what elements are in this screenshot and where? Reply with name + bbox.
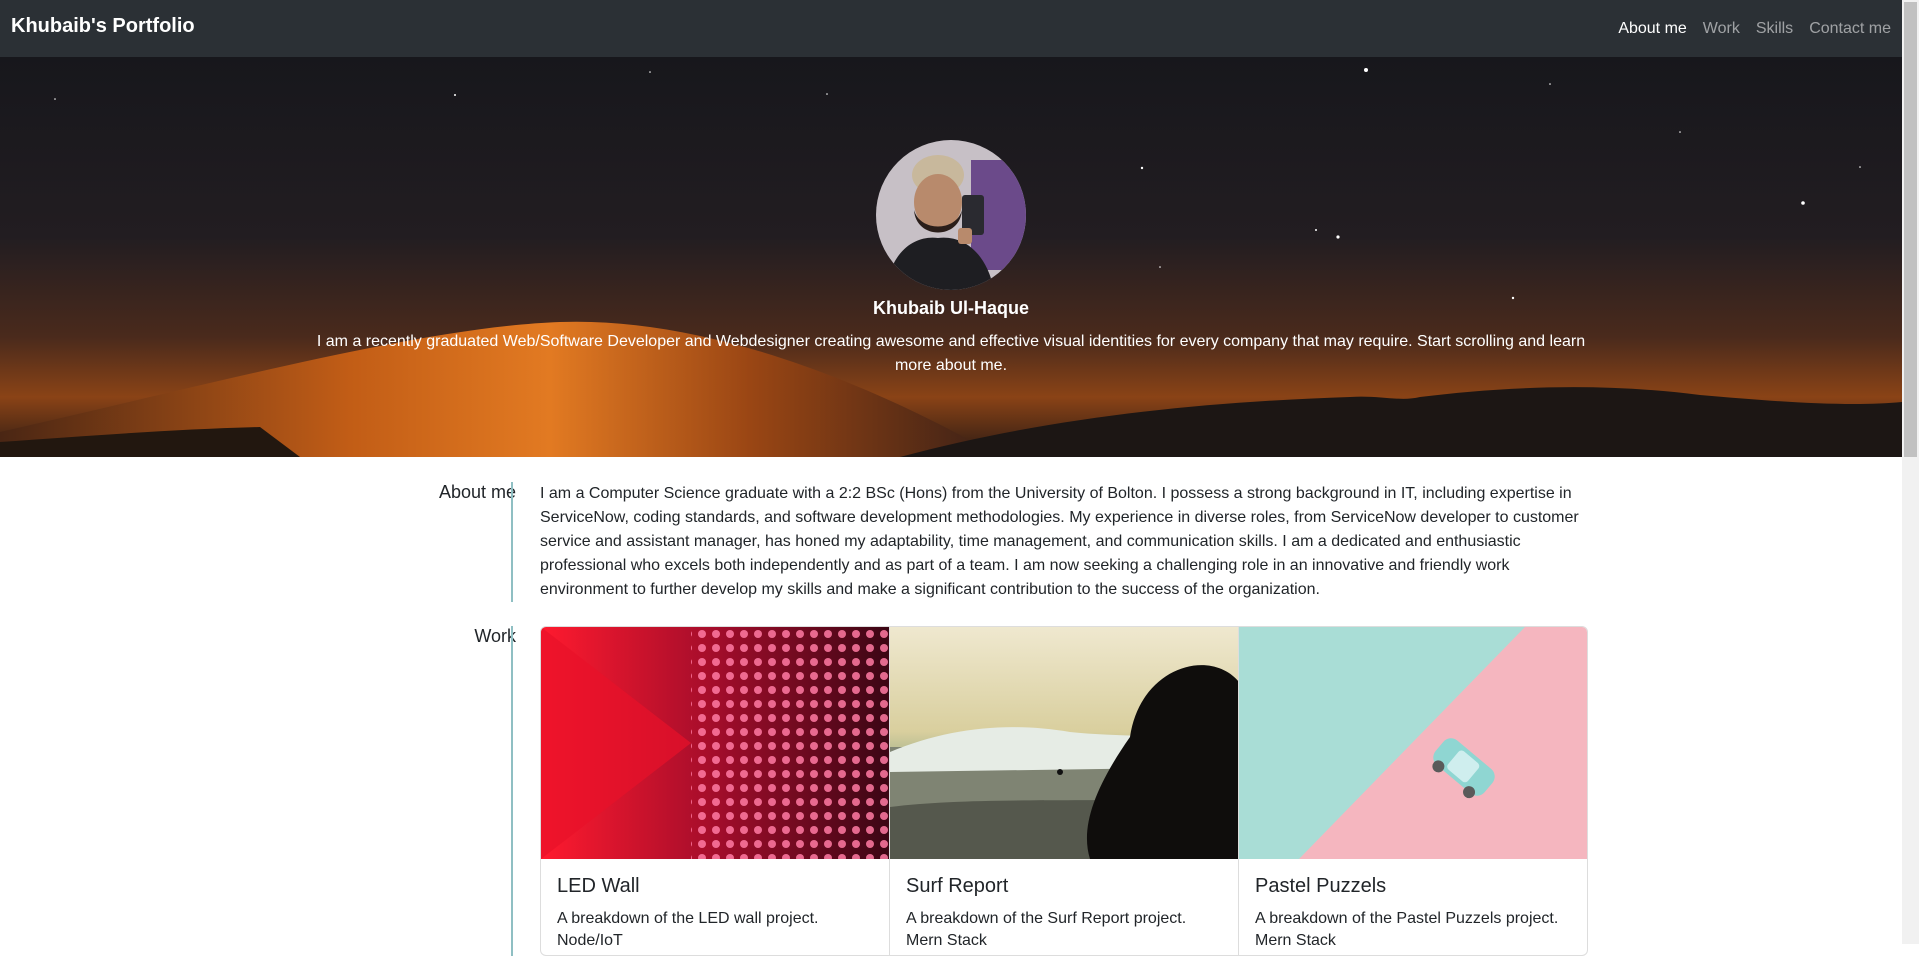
scrollbar-thumb[interactable] (1904, 2, 1917, 457)
about-divider-line (511, 482, 513, 602)
brand-logo[interactable]: Khubaib's Portfolio (11, 15, 195, 38)
profile-photo-illustration (876, 140, 1026, 290)
card-text: A breakdown of the Pastel Puzzels projec… (1255, 910, 1559, 927)
nav-link-about[interactable]: About me (1618, 20, 1686, 38)
work-divider-line (511, 626, 513, 956)
led-wall-image (541, 627, 889, 859)
surf-report-image (890, 627, 1238, 859)
card-stack: Mern Stack (906, 932, 987, 949)
pastel-puzzels-image (1239, 627, 1587, 859)
nav-link-contact[interactable]: Contact me (1809, 20, 1891, 38)
navbar: Khubaib's Portfolio About me Work Skills… (0, 0, 1902, 57)
card-stack: Node/IoT (557, 932, 623, 949)
page-scrollbar[interactable] (1902, 0, 1919, 944)
about-heading: About me (438, 482, 516, 502)
card-title: Surf Report (906, 875, 1009, 897)
work-heading: Work (474, 626, 516, 646)
work-card-surf-report[interactable]: Surf Report A breakdown of the Surf Repo… (890, 627, 1239, 955)
card-title: LED Wall (557, 875, 640, 897)
hero-content: Khubaib Ul-Haque I am a recently graduat… (0, 57, 1902, 457)
nav-link-work[interactable]: Work (1703, 20, 1740, 38)
hero-banner: Khubaib Ul-Haque I am a recently graduat… (0, 57, 1902, 457)
nav-links: About me Work Skills Contact me (1618, 20, 1891, 38)
work-cards: LED Wall A breakdown of the LED wall pro… (540, 626, 1588, 956)
card-title: Pastel Puzzels (1255, 875, 1387, 897)
card-text: A breakdown of the LED wall project. (557, 910, 819, 927)
card-text: A breakdown of the Surf Report project. (906, 910, 1187, 927)
work-card-led-wall[interactable]: LED Wall A breakdown of the LED wall pro… (541, 627, 890, 955)
work-card-pastel-puzzels[interactable]: Pastel Puzzels A breakdown of the Pastel… (1239, 627, 1587, 955)
card-stack: Mern Stack (1255, 932, 1336, 949)
profile-avatar (876, 140, 1026, 290)
nav-link-skills[interactable]: Skills (1756, 20, 1793, 38)
hero-name: Khubaib Ul-Haque (873, 298, 1029, 318)
about-text: I am a Computer Science graduate with a … (540, 485, 1579, 598)
hero-description: I am a recently graduated Web/Software D… (316, 333, 1586, 374)
